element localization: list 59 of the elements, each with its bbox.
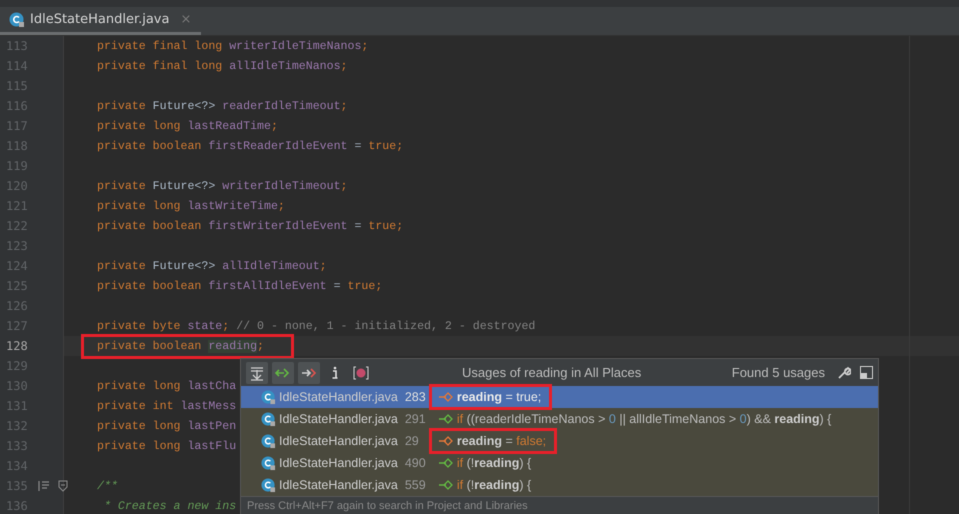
read-access-icon — [438, 457, 454, 469]
settings-icon[interactable] — [837, 366, 851, 380]
usage-code: if (!reading) { — [456, 456, 532, 470]
code-line: private Future<?> writerIdleTimeout; — [97, 180, 348, 192]
write-access-icon[interactable] — [298, 362, 320, 384]
file-name: IdleStateHandler.java — [279, 478, 398, 492]
line-number: 490 — [404, 456, 427, 470]
file-name: IdleStateHandler.java — [279, 412, 398, 426]
fold-icon[interactable] — [58, 480, 68, 492]
pin-window-icon[interactable] — [860, 366, 873, 379]
class-file-icon — [261, 412, 276, 426]
file-name: IdleStateHandler.java — [279, 456, 398, 470]
code-line: private long lastCha — [97, 380, 236, 392]
code-line: private Future<?> readerIdleTimeout; — [97, 100, 348, 112]
code-line: private boolean reading; — [97, 340, 264, 352]
line-number: 291 — [404, 412, 427, 426]
popup-hint: Press Ctrl+Alt+F7 again to search in Project and Libraries — [241, 496, 878, 514]
class-file-icon — [9, 12, 25, 28]
write-access-icon — [438, 435, 454, 447]
usage-code: if (!reading) { — [456, 478, 532, 492]
usage-row[interactable]: IdleStateHandler.java 559 if (!reading) { — [241, 474, 878, 496]
usage-row[interactable]: IdleStateHandler.java 29 reading = false; — [241, 430, 878, 452]
write-access-icon — [438, 391, 454, 403]
line-number: 559 — [404, 478, 427, 492]
class-file-icon — [261, 478, 276, 492]
doc-lines-icon[interactable] — [38, 480, 50, 492]
class-file-icon — [261, 456, 276, 470]
popup-title: Usages of reading in All Places — [462, 365, 642, 380]
code-line: private long lastReadTime; — [97, 120, 278, 132]
code-line: private long lastWriteTime; — [97, 200, 285, 212]
class-file-icon — [261, 434, 276, 448]
code-line: private boolean firstWriterIdleEvent = true; — [97, 220, 404, 232]
usage-code: reading = false; — [456, 434, 546, 448]
code-line: private long lastPen — [97, 420, 236, 432]
code-line: private int lastMess — [97, 400, 236, 412]
code-line: private boolean firstReaderIdleEvent = true; — [97, 140, 404, 152]
usage-code: reading = true; — [456, 390, 542, 404]
code-line: private final long writerIdleTimeNanos; — [97, 40, 368, 52]
usage-row[interactable]: IdleStateHandler.java 283 reading = true; — [241, 386, 878, 408]
code-line: private long lastFlu — [97, 440, 236, 452]
line-number: 128 — [6, 339, 29, 353]
usage-row[interactable]: IdleStateHandler.java 291 if ((readerIdleTimeNanos > 0 || allIdleTimeNanos > 0) && reading) { — [241, 408, 878, 430]
file-name: IdleStateHandler.java — [279, 390, 398, 404]
usage-row[interactable]: IdleStateHandler.java 490 if (!reading) { — [241, 452, 878, 474]
code-line: private final long allIdleTimeNanos; — [97, 60, 348, 72]
read-access-icon — [438, 413, 454, 425]
line-number: 283 — [404, 390, 427, 404]
code-line: private Future<?> allIdleTimeout; — [97, 260, 327, 272]
usage-count: Found 5 usages — [732, 365, 825, 380]
code-line: /** — [97, 480, 118, 492]
code-line: private boolean firstAllIdleEvent = true; — [97, 280, 382, 292]
read-access-icon — [438, 479, 454, 491]
line-number: 29 — [404, 434, 420, 448]
file-name: IdleStateHandler.java — [279, 434, 398, 448]
code-line: * Creates a new ins — [102, 500, 236, 512]
read-access-icon[interactable] — [272, 362, 294, 384]
usage-code: if ((readerIdleTimeNanos > 0 || allIdleTimeNanos > 0) && reading) { — [456, 412, 832, 426]
code-line: private byte state; // 0 - none, 1 - initialized, 2 - destroyed — [97, 320, 536, 332]
class-file-icon — [261, 390, 276, 404]
